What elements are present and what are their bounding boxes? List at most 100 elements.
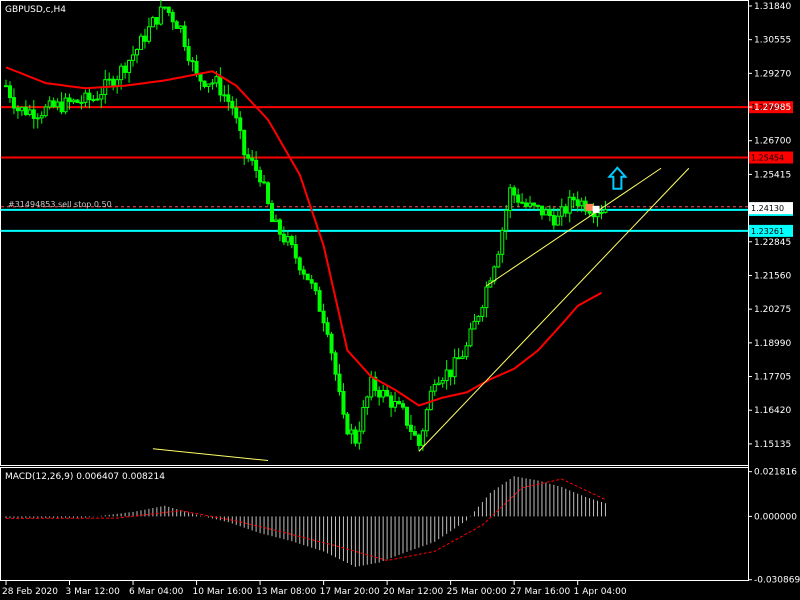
candle-body [246, 154, 251, 159]
candle-body [393, 400, 398, 408]
candle-body [131, 54, 136, 61]
candle-body [389, 395, 394, 408]
candle-body [222, 94, 227, 97]
candle-body [119, 65, 124, 81]
chart-title: GBPUSD,c,H4 [5, 5, 66, 15]
candle-body [504, 209, 509, 231]
buy-arrow-icon [607, 166, 628, 190]
candle-body [603, 209, 608, 213]
candle-body [448, 369, 453, 378]
candle-body [47, 100, 52, 108]
candle-body [190, 60, 195, 63]
candle-body [535, 204, 540, 207]
candle-body [254, 159, 259, 171]
time-tick-label: 10 Mar 16:00 [193, 587, 253, 597]
candle-body [138, 35, 143, 50]
candle-body [154, 17, 159, 25]
candle-body [91, 99, 96, 102]
candle-body [234, 107, 239, 119]
candle-body [83, 92, 88, 103]
candle-body [277, 219, 282, 235]
candle-body [317, 290, 322, 312]
time-tick-label: 1 Apr 04:00 [574, 587, 627, 597]
candle-body [397, 400, 402, 405]
candle-body [464, 345, 469, 358]
candle-body [285, 236, 290, 243]
candle-body [75, 99, 80, 104]
candle-body [174, 21, 179, 29]
sell-stop-label[interactable]: #31494853 sell stop 0.50 [8, 200, 112, 209]
trade-marker-icon [585, 203, 594, 211]
candle-body [297, 257, 302, 271]
candle-body [349, 429, 354, 435]
candle-body [512, 187, 517, 196]
candle-body [579, 200, 584, 207]
candle-body [599, 211, 604, 214]
candle-body [11, 97, 16, 109]
candle-body [329, 333, 334, 354]
price-tick-label: 1.27985 [754, 103, 791, 113]
candle-body [528, 202, 533, 207]
candle-body [79, 101, 84, 104]
candle-body [361, 406, 366, 432]
candle-body [210, 82, 215, 85]
candle-body [353, 429, 358, 444]
candle-body [214, 76, 219, 84]
candle-body [595, 212, 600, 218]
candle-body [460, 356, 465, 360]
candle-body [452, 357, 457, 378]
candle-body [27, 109, 32, 115]
candle-body [543, 209, 548, 216]
candle-body [194, 61, 199, 75]
candle-body [258, 169, 263, 183]
trade-marker-icon [592, 205, 600, 213]
candle-body [555, 215, 560, 226]
candle-body [71, 99, 76, 103]
time-tick-label: 20 Mar 12:00 [383, 587, 443, 597]
candle-body [158, 6, 163, 25]
candle-body [456, 357, 461, 360]
candle-body [468, 328, 473, 347]
candle-body [262, 181, 267, 184]
candle-body [500, 229, 505, 255]
candle-body [293, 244, 298, 259]
candle-body [146, 26, 151, 42]
candle-body [39, 115, 44, 119]
candle-body [15, 107, 20, 112]
candle-body [59, 101, 64, 113]
candle-body [202, 80, 207, 87]
candle-body [436, 382, 441, 386]
candle-body [357, 430, 362, 444]
price-tick-label: 1.29270 [754, 69, 791, 79]
candle-body [170, 11, 175, 23]
candle-body [166, 6, 171, 13]
candle-body [123, 65, 128, 73]
price-tick-label: 1.26700 [754, 137, 791, 147]
time-tick-label: 6 Mar 04:00 [129, 587, 184, 597]
trend-line[interactable] [152, 448, 269, 462]
candle-body [539, 205, 544, 216]
candle-body [107, 78, 112, 81]
candle-body [337, 373, 342, 393]
price-tick-label: 1.31840 [754, 2, 791, 12]
candle-body [87, 92, 92, 101]
candle-body [563, 206, 568, 214]
trend-line[interactable] [486, 167, 662, 287]
trading-chart[interactable]: 1.279851.254541.240611.23261 1.318401.30… [0, 0, 800, 600]
candle-body [424, 409, 429, 432]
candle-body [242, 129, 247, 156]
candle-body [206, 83, 211, 87]
candle-body [476, 315, 481, 322]
time-tick-label: 25 Mar 00:00 [447, 587, 507, 597]
candle-body [532, 202, 537, 206]
candle-body [182, 25, 187, 48]
candle-body [238, 117, 243, 131]
price-tick-label: 1.21560 [754, 271, 791, 281]
candle-body [321, 310, 326, 324]
candle-body [341, 391, 346, 415]
candle-body [198, 73, 203, 82]
price-tick-label: 1.16420 [754, 406, 791, 416]
candle-body [250, 157, 255, 161]
candle-body [7, 85, 12, 99]
candle-body [95, 98, 100, 101]
